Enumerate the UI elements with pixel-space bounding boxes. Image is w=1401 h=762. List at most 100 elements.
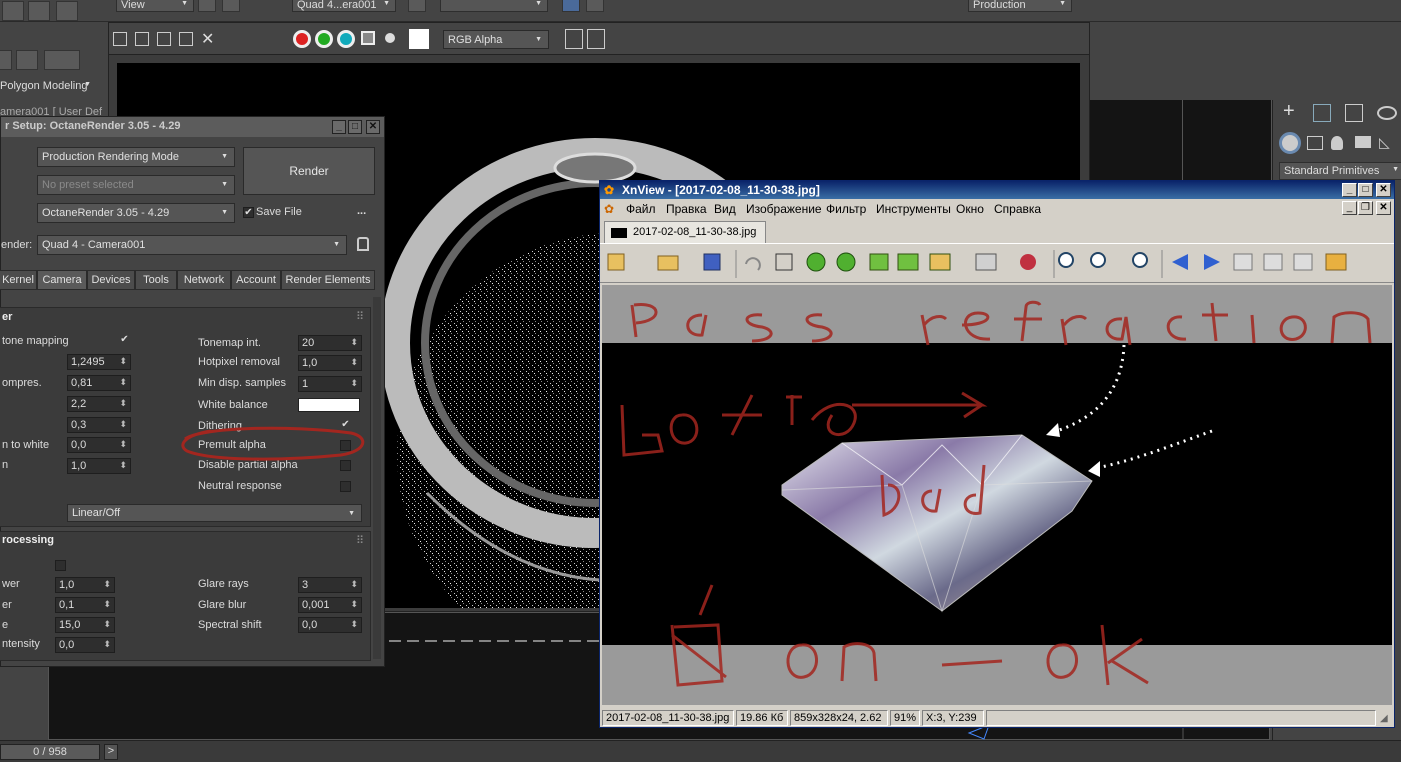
next-icon[interactable] [1204, 254, 1220, 270]
clone-icon[interactable] [157, 32, 171, 46]
left-value-2[interactable]: 0,81 [67, 375, 131, 391]
render-button[interactable]: Render [243, 147, 375, 195]
minimize-icon[interactable]: _ [332, 120, 346, 134]
render-setup-titlebar[interactable]: r Setup: OctaneRender 3.05 - 4.29 _ □ ✕ [1, 117, 384, 137]
settings-icon[interactable] [975, 253, 997, 271]
imager-section-title[interactable]: er [2, 311, 12, 323]
spectral-shift-value[interactable]: 0,0 [298, 617, 362, 633]
move-up-icon[interactable] [869, 253, 889, 271]
menu-file[interactable]: Файл [626, 202, 656, 216]
tab-tools[interactable]: Tools [135, 270, 177, 290]
more-button[interactable]: ... [357, 205, 366, 217]
menu-edit[interactable]: Правка [666, 202, 707, 216]
doc-restore-icon[interactable]: ❐ [1358, 201, 1373, 215]
left-value-4[interactable]: 0,3 [67, 417, 131, 433]
mono-icon[interactable] [385, 33, 395, 43]
panel-grip-icon[interactable]: ⠿ [356, 310, 364, 323]
green-channel-icon[interactable] [315, 30, 333, 48]
helpers-icon[interactable]: ◺ [1379, 134, 1390, 151]
render-setup-icon[interactable] [562, 0, 580, 12]
hierarchy-icon[interactable] [1345, 104, 1363, 122]
left-value-5[interactable]: 0,0 [67, 437, 131, 453]
tool-icon[interactable] [0, 50, 12, 70]
standard-primitives-dropdown[interactable]: Standard Primitives [1279, 162, 1401, 180]
display-icon[interactable] [565, 29, 583, 49]
left-value-3[interactable]: 2,2 [67, 396, 131, 412]
polygon-modeling-dropdown[interactable]: Polygon Modeling [0, 78, 96, 96]
convert-icon[interactable] [929, 253, 951, 271]
render-frame-icon[interactable] [586, 0, 604, 12]
snap-icon[interactable] [222, 0, 240, 12]
left-value-1[interactable]: 1,2495 [67, 354, 131, 370]
overlay-icon[interactable] [587, 29, 605, 49]
save-icon[interactable] [113, 32, 127, 46]
view-dropdown[interactable]: View [116, 0, 194, 12]
viewport-dropdown[interactable]: Quad 4...era001 [292, 0, 396, 12]
menu-image[interactable]: Изображение [746, 202, 822, 216]
tab-kernel[interactable]: Kernel [0, 270, 37, 290]
geometry-icon[interactable] [1279, 132, 1301, 154]
rotate-left-icon[interactable] [806, 252, 826, 272]
save-file-checkbox[interactable]: ✔ [243, 207, 254, 218]
camera-icon[interactable] [1355, 136, 1371, 148]
channel-dropdown[interactable]: RGB Alpha [443, 30, 549, 49]
close-icon[interactable]: ✕ [1376, 183, 1391, 197]
menu-tools[interactable]: Инструменты [876, 202, 951, 216]
last-icon[interactable] [1263, 253, 1283, 271]
undo-icon[interactable] [745, 257, 761, 271]
lock-icon[interactable] [408, 0, 426, 12]
slideshow-icon[interactable] [1325, 253, 1347, 271]
tab-account[interactable]: Account [231, 270, 281, 290]
blue-channel-icon[interactable] [337, 30, 355, 48]
post-left-value[interactable]: 1,0 [55, 577, 115, 593]
close-icon[interactable]: ✕ [366, 120, 380, 134]
save-icon[interactable] [703, 253, 721, 271]
swatch-icon[interactable] [409, 29, 429, 49]
shapes-icon[interactable] [1307, 136, 1323, 150]
xnview-titlebar[interactable]: ✿ XnView - [2017-02-08_11-30-38.jpg] _ □… [600, 181, 1394, 199]
neutral-response-checkbox[interactable] [340, 481, 351, 492]
maximize-icon[interactable]: □ [1358, 183, 1373, 197]
tab-render-elements[interactable]: Render Elements [281, 270, 375, 290]
zoom-out-icon[interactable] [1132, 252, 1148, 268]
fullscreen-icon[interactable] [1293, 253, 1313, 271]
post-left-value[interactable]: 0,0 [55, 637, 115, 653]
browse-icon[interactable] [607, 253, 625, 271]
move-right-icon[interactable] [897, 253, 919, 271]
delete-icon[interactable] [1020, 254, 1036, 270]
hotpixel-value[interactable]: 1,0 [298, 355, 362, 371]
menu-help[interactable]: Справка [994, 202, 1041, 216]
modify-icon[interactable] [1313, 104, 1331, 122]
alpha-channel-icon[interactable] [361, 31, 375, 45]
left-value-6[interactable]: 1,0 [67, 458, 131, 474]
response-dropdown[interactable]: Linear/Off [67, 504, 362, 522]
production-dropdown[interactable]: Production [968, 0, 1072, 12]
tone-mapping-checkbox[interactable]: ✔ [119, 335, 130, 346]
doc-minimize-icon[interactable]: _ [1342, 201, 1357, 215]
post-left-value[interactable]: 15,0 [55, 617, 115, 633]
close-icon[interactable]: ✕ [201, 29, 214, 49]
rendering-mode-dropdown[interactable]: Production Rendering Mode [37, 147, 235, 167]
glare-rays-value[interactable]: 3 [298, 577, 362, 593]
previous-icon[interactable] [1172, 254, 1188, 270]
lights-icon[interactable] [1331, 136, 1343, 150]
minimize-icon[interactable]: _ [1342, 183, 1357, 197]
post-processing-title[interactable]: rocessing [2, 534, 54, 546]
open-folder-icon[interactable] [657, 255, 679, 271]
view-to-render-dropdown[interactable]: Quad 4 - Camera001 [37, 235, 347, 255]
menu-window[interactable]: Окно [956, 202, 984, 216]
square-tool-icon[interactable] [28, 1, 50, 21]
link-icon[interactable] [198, 0, 216, 12]
select-tool-icon[interactable] [2, 1, 24, 21]
cube-tool-icon[interactable] [56, 1, 78, 21]
scrollbar[interactable] [373, 297, 381, 659]
resize-grip-icon[interactable]: ◢ [1380, 713, 1388, 724]
tab-devices[interactable]: Devices [87, 270, 135, 290]
motion-icon[interactable] [1377, 106, 1397, 120]
doc-close-icon[interactable]: ✕ [1376, 201, 1391, 215]
lock-icon[interactable] [357, 237, 369, 251]
preset-dropdown[interactable]: No preset selected [37, 175, 235, 195]
panel-grip-icon[interactable]: ⠿ [356, 534, 364, 547]
glare-blur-value[interactable]: 0,001 [298, 597, 362, 613]
zoom-icon[interactable] [1090, 252, 1106, 268]
